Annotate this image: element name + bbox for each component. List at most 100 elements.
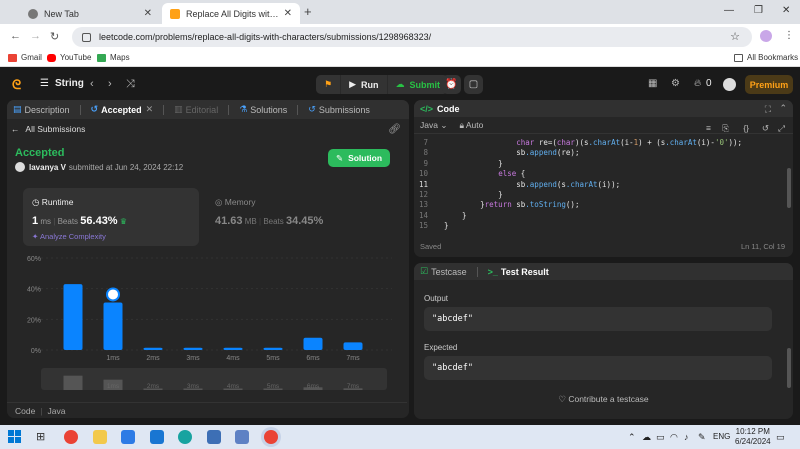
runtime-distribution-chart[interactable]: 60% 40% 20% 0% 1ms 2ms 3ms 4ms 5ms 6ms 7ms 1ms 2ms 3m… — [7, 250, 407, 396]
restore-icon[interactable]: ❐ — [754, 5, 763, 16]
bug-icon: ⚑ — [324, 79, 333, 89]
close-window-icon[interactable]: ✕ — [782, 5, 790, 16]
address-bar[interactable]: leetcode.com/problems/replace-all-digits… — [72, 27, 752, 47]
premium-button[interactable]: Premium — [745, 75, 793, 94]
back-icon[interactable]: ← — [10, 30, 21, 42]
fullscreen-icon[interactable]: ⤢ — [778, 123, 785, 134]
reload-icon[interactable]: ↻ — [50, 30, 59, 43]
streak-fire-icon[interactable]: 🔥︎ — [694, 78, 701, 89]
analyze-complexity-link[interactable]: ✦ Analyze Complexity — [32, 232, 106, 241]
youtube-icon — [47, 53, 56, 62]
editor-scrollbar[interactable] — [787, 168, 791, 208]
shuffle-icon[interactable]: ⤨ — [126, 78, 135, 91]
minimize-icon[interactable]: — — [724, 5, 734, 16]
chrome-menu-icon[interactable]: ⋮ — [784, 30, 794, 41]
new-tab-icon[interactable]: + — [304, 4, 312, 19]
settings-icon[interactable]: ⚙ — [671, 78, 680, 89]
expand-icon[interactable]: ⛶ — [765, 104, 771, 115]
edge-icon[interactable] — [178, 430, 192, 444]
tab-solutions[interactable]: ⚗ Solutions — [239, 104, 287, 115]
system-clock[interactable]: 10:12 PM 6/24/2024 — [735, 427, 771, 447]
code-line[interactable]: 11 sb.append(s.charAt(i)); — [414, 180, 793, 190]
code-line[interactable]: 15} — [414, 221, 793, 231]
store-icon[interactable] — [121, 430, 135, 444]
pen-icon[interactable]: ✎ — [698, 432, 706, 443]
close-tab-icon[interactable]: ✕ — [144, 8, 152, 19]
next-problem-icon[interactable]: › — [108, 78, 112, 90]
chrome-taskbar-icon[interactable] — [64, 430, 78, 444]
code-area[interactable]: 7 char re=(char)(s.charAt(i-1) + (s.char… — [414, 138, 793, 232]
code-line[interactable]: 14 } — [414, 211, 793, 221]
code-line[interactable]: 10 else { — [414, 169, 793, 179]
profile-avatar[interactable] — [760, 30, 772, 42]
cloud-icon[interactable]: ☁ — [642, 432, 651, 443]
close-tab-icon[interactable]: ✕ — [284, 8, 292, 19]
prev-problem-icon[interactable]: ‹ — [90, 78, 94, 90]
bookmark-maps[interactable]: Maps — [97, 53, 130, 62]
tab-leetcode[interactable]: Replace All Digits with Characte ✕ — [162, 3, 300, 24]
autocomplete-mode[interactable]: 🔒︎ Auto — [459, 120, 483, 131]
tab-test-result[interactable]: >_ Test Result — [488, 267, 549, 277]
bookmark-youtube[interactable]: YouTube — [47, 53, 91, 62]
all-submissions-link[interactable]: ← All Submissions — [11, 124, 85, 134]
battery-icon[interactable]: ▭ — [656, 432, 665, 443]
timer-button[interactable]: ⏰ — [442, 75, 461, 94]
app-icon[interactable] — [235, 430, 249, 444]
notes-button[interactable]: ▢ — [464, 75, 483, 94]
site-info-icon[interactable] — [82, 32, 91, 42]
task-view-icon[interactable]: ⊞ — [36, 430, 50, 444]
code-line[interactable]: 12 } — [414, 190, 793, 200]
memory-card[interactable]: ◎ Memory 41.63 MB | Beats 34.45% — [207, 188, 387, 246]
tab-testcase[interactable]: ☑ Testcase — [420, 266, 467, 277]
bookmark-gmail[interactable]: Gmail — [8, 53, 42, 62]
app-icon[interactable] — [207, 430, 221, 444]
mail-icon[interactable] — [150, 430, 164, 444]
bookmark-icon[interactable]: ⎘ — [722, 123, 729, 134]
user-avatar[interactable] — [723, 78, 736, 91]
code-line[interactable]: 8 sb.append(re); — [414, 148, 793, 158]
share-link-icon[interactable]: 🔗︎ — [388, 124, 401, 135]
submit-label: Submit — [409, 79, 441, 90]
file-explorer-icon[interactable] — [93, 430, 107, 444]
problem-list-nav[interactable]: ☰ String — [40, 78, 84, 89]
code-line[interactable]: 7 char re=(char)(s.charAt(i-1) + (s.char… — [414, 138, 793, 148]
tab-editorial[interactable]: ▥ Editorial — [174, 104, 218, 115]
leetcode-logo-icon[interactable]: ᘓ — [12, 77, 24, 92]
contribute-testcase-link[interactable]: ♡ Contribute a testcase — [414, 394, 793, 405]
braces-icon[interactable]: {} — [743, 123, 749, 133]
chrome-active-icon[interactable] — [264, 430, 278, 444]
y-tick-label: 60% — [27, 256, 41, 263]
result-scrollbar[interactable] — [787, 348, 791, 388]
runtime-card[interactable]: ◷ Runtime 1 ms | Beats 56.43% ♛ ✦ Analyz… — [23, 188, 199, 246]
tab-description[interactable]: ▤ Description — [13, 104, 70, 115]
notifications-icon[interactable]: ▭ — [776, 432, 785, 443]
debug-button[interactable]: ⚑ — [316, 75, 341, 94]
memory-label-text: Memory — [224, 197, 256, 207]
x-tick-label: 1ms — [106, 355, 120, 362]
code-line[interactable]: 13 }return sb.toString(); — [414, 200, 793, 210]
wifi-icon[interactable]: ◠ — [670, 432, 678, 443]
tab-new-tab[interactable]: New Tab ✕ — [20, 3, 160, 24]
tab-submissions[interactable]: ↺ Submissions — [308, 104, 370, 115]
reset-icon[interactable]: ↺ — [762, 123, 769, 134]
run-button[interactable]: ▶ Run — [341, 75, 387, 94]
bookmark-star-icon[interactable]: ☆ — [730, 30, 740, 43]
speaker-icon[interactable]: ♪ — [684, 432, 689, 442]
all-bookmarks[interactable]: All Bookmarks — [734, 53, 798, 62]
language-select[interactable]: Java ⌄ — [420, 120, 447, 131]
close-tab-icon[interactable]: ✕ — [146, 104, 154, 115]
submit-button[interactable]: ☁ Submit — [387, 75, 448, 94]
code-line[interactable]: 9 } — [414, 159, 793, 169]
chart-scrubber — [41, 368, 387, 390]
all-submissions-label: All Submissions — [25, 124, 86, 134]
layout-icon[interactable]: ▦ — [648, 78, 657, 89]
chevron-up-icon[interactable]: ⌃ — [628, 432, 636, 443]
solution-button[interactable]: ✎ Solution — [328, 149, 390, 167]
collapse-icon[interactable]: ⌃ — [779, 103, 787, 114]
format-icon[interactable]: ≡ — [706, 123, 711, 133]
windows-start-icon[interactable] — [8, 430, 22, 444]
language-indicator[interactable]: ENG — [713, 432, 730, 441]
tab-accepted[interactable]: ↺ Accepted ✕ — [91, 104, 154, 115]
forward-icon[interactable]: → — [30, 30, 41, 42]
username[interactable]: lavanya V — [29, 163, 66, 172]
